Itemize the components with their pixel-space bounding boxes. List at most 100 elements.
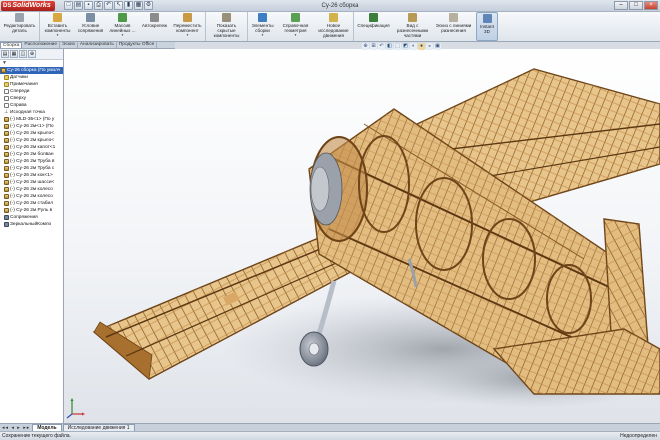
smartfasteners-button[interactable]: Автокрепеж [140, 12, 170, 41]
chevron-down-icon[interactable]: ▾ [122, 33, 124, 37]
engine[interactable] [309, 152, 343, 226]
edit-component-button[interactable]: Редактировать деталь [0, 12, 40, 41]
new-icon[interactable]: □ [64, 1, 73, 10]
view-orientation-icon[interactable]: ⬚ [394, 43, 401, 50]
bom-button[interactable]: Спецификация [354, 12, 394, 41]
folder-icon [4, 82, 9, 87]
chevron-down-icon[interactable]: ▾ [57, 33, 59, 37]
edit-appearance-icon[interactable]: ● [418, 43, 425, 50]
tree-item[interactable]: Сопряжения [0, 214, 63, 221]
property-manager-icon[interactable]: ▦ [10, 50, 18, 58]
previous-view-icon[interactable]: ↶ [378, 43, 385, 50]
zoom-area-icon[interactable]: ⊞ [370, 43, 377, 50]
display-style-icon[interactable]: ◩ [402, 43, 409, 50]
instant3d-button[interactable]: Instant 3D [476, 12, 498, 41]
tab-3[interactable]: Анализировать [78, 42, 117, 48]
exploded-view-button[interactable]: Вид с разнесенными частями [394, 12, 432, 41]
tree-root[interactable]: Су-26 сборка (По умолч [0, 67, 63, 74]
hide-show-icon[interactable]: ◐ [410, 43, 417, 50]
chevron-down-icon[interactable]: ▾ [295, 33, 297, 37]
tree-item-label: Справа [10, 103, 27, 108]
tree-item[interactable]: (-) Су-26 2м стабил [0, 200, 63, 207]
rebuild-icon[interactable]: ▮ [124, 1, 133, 10]
tree-item[interactable]: ⊥ Исходная точка [0, 109, 63, 116]
part-icon [4, 138, 9, 143]
tree-item[interactable]: Датчики [0, 74, 63, 81]
new-motion-study-icon [329, 13, 338, 22]
tree-item[interactable]: ЗеркальныйКомпо [0, 221, 63, 228]
tree-item[interactable]: (-) Су-26 2м болван [0, 151, 63, 158]
graphics-area[interactable] [64, 49, 660, 423]
move-component-label: Переместить компонент [173, 23, 202, 33]
tree-item[interactable]: Справа [0, 102, 63, 109]
tab-2[interactable]: Эскиз [60, 42, 78, 48]
tree-item[interactable]: (-) Су-26 2м капот<1 [0, 144, 63, 151]
tab-0[interactable]: Сборка [0, 42, 23, 48]
part-icon [4, 201, 9, 206]
feature-manager-icon[interactable]: ▤ [1, 50, 9, 58]
linear-pattern-button[interactable]: Массив линейных ... ▾ [106, 12, 140, 41]
print-icon[interactable]: ⎙ [94, 1, 103, 10]
close-button[interactable]: × [644, 1, 658, 10]
tab-1[interactable]: Расположение [22, 42, 61, 48]
assembly-features-button[interactable]: Элементы сборки ▾ [248, 12, 278, 41]
reference-geometry-button[interactable]: Справочная геометрия ▾ [278, 12, 314, 41]
tree-item-label: (-) Су-26 2м<1> (По [10, 124, 54, 129]
show-hidden-label: Показать скрытые компоненты [213, 23, 240, 38]
dim-xpert-icon[interactable]: ⊕ [28, 50, 36, 58]
tree-item[interactable]: (-) Су-26 2м крыло< [0, 137, 63, 144]
status-text: Сохранение текущего файла. [2, 433, 71, 439]
mate-label: Условие сопряжения [77, 23, 104, 33]
tree-item[interactable]: (-) Су-26 2м Труба с [0, 165, 63, 172]
new-motion-study-label: Новое исследование движения [318, 23, 349, 38]
options-icon[interactable]: ⚙ [144, 1, 153, 10]
smartfasteners-icon [150, 13, 159, 22]
maximize-button[interactable]: □ [629, 1, 643, 10]
reference-triad-icon [66, 398, 85, 419]
chevron-down-icon[interactable]: ▾ [187, 33, 189, 37]
part-icon [4, 180, 9, 185]
solidworks-logo[interactable]: DSSolidWorks [1, 1, 55, 11]
explode-line-sketch-button[interactable]: Эскиз с линиями разнесения [432, 12, 476, 41]
view-settings-icon[interactable]: ▣ [434, 43, 441, 50]
tree-item[interactable]: (-) Су-26 2м колесо [0, 186, 63, 193]
tab-4[interactable]: Продукты Office [117, 42, 158, 48]
tree-item[interactable]: (-) Су-26 2м крыло< [0, 130, 63, 137]
zoom-to-fit-icon[interactable]: ⊕ [362, 43, 369, 50]
open-icon[interactable]: ▤ [74, 1, 83, 10]
minimize-button[interactable]: – [614, 1, 628, 10]
aircraft-model[interactable] [64, 49, 660, 423]
tree-item[interactable]: Спереди [0, 88, 63, 95]
tree-item[interactable]: (-) Су-26 2м колесо [0, 193, 63, 200]
tree-item-label: (-) Су-26 2м кок<1> [10, 173, 53, 178]
tree-item-label: (-) Су-26 2м болван [10, 152, 54, 157]
tree-item[interactable]: (-) MLD-35<1> (По у [0, 116, 63, 123]
apply-scene-icon[interactable]: ◒ [426, 43, 433, 50]
move-component-button[interactable]: Переместить компонент ▾ [170, 12, 206, 41]
tree-item[interactable]: (-) Су-26 2м<1> (По [0, 123, 63, 130]
tree-item[interactable]: (-) Су-26 2м шасси< [0, 179, 63, 186]
select-icon[interactable]: ↖ [114, 1, 123, 10]
tree-item[interactable]: (-) Су-26 2м Руль в [0, 207, 63, 214]
new-motion-study-button[interactable]: Новое исследование движения [314, 12, 354, 41]
undo-icon[interactable]: ↶ [104, 1, 113, 10]
reference-geometry-icon [291, 13, 300, 22]
chevron-down-icon[interactable]: ▾ [262, 33, 264, 37]
tree-item[interactable]: (-) Су-26 2м Труба в [0, 158, 63, 165]
tree-item[interactable]: Сверху [0, 95, 63, 102]
part-icon [4, 159, 9, 164]
mate-icon [86, 13, 95, 22]
tab-scroll-arrows[interactable]: ◂◂ ◂ ▸ ▸▸ [0, 425, 32, 431]
save-icon[interactable]: ▪ [84, 1, 93, 10]
tree-item-label: ЗеркальныйКомпо [10, 222, 52, 227]
show-hidden-button[interactable]: Показать скрытые компоненты [206, 12, 248, 41]
section-view-icon[interactable]: ◧ [386, 43, 393, 50]
configuration-manager-icon[interactable]: ◫ [19, 50, 27, 58]
tree-item[interactable]: (-) Су-26 2м кок<1> [0, 172, 63, 179]
mate-button[interactable]: Условие сопряжения [76, 12, 106, 41]
file-properties-icon[interactable]: ▦ [134, 1, 143, 10]
filter-icon[interactable]: ▼ [0, 60, 63, 67]
linear-pattern-icon [118, 13, 127, 22]
tree-item[interactable]: Примечания [0, 81, 63, 88]
insert-components-button[interactable]: Вставить компоненты ▾ [40, 12, 76, 41]
